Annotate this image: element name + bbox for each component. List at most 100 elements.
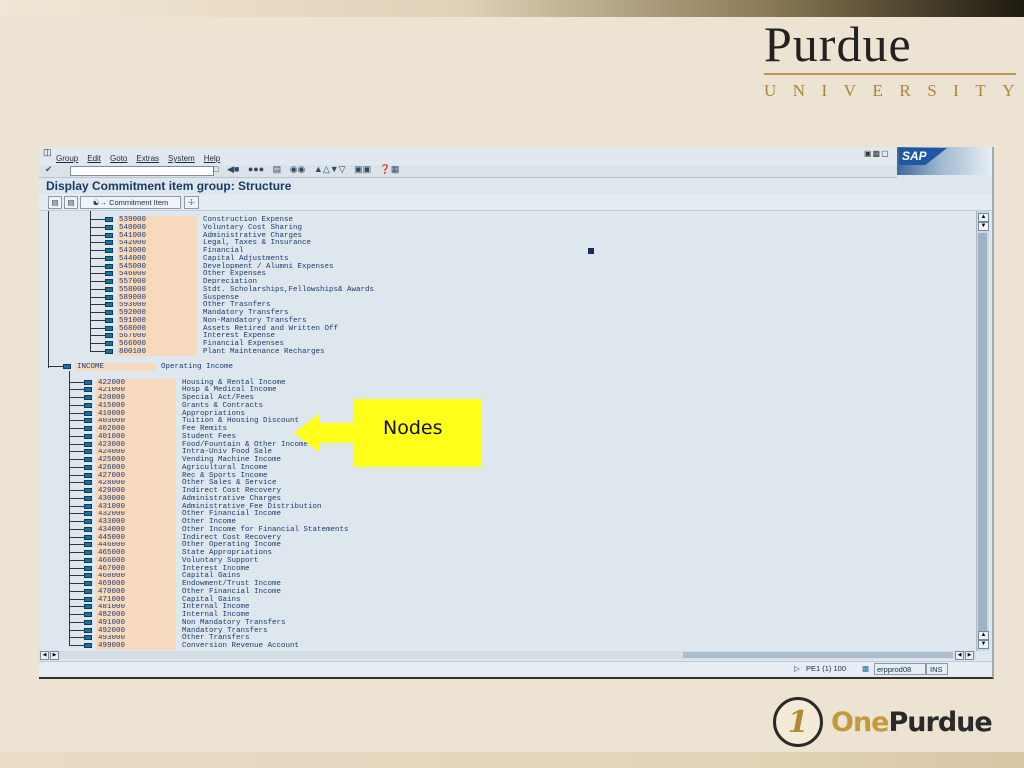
folder-node-icon[interactable] bbox=[63, 364, 71, 369]
tree-row[interactable]: 593000 Other Trasnfers bbox=[39, 301, 939, 310]
folder-node-icon[interactable] bbox=[84, 410, 92, 416]
folder-node-icon[interactable] bbox=[84, 581, 92, 586]
tree-row[interactable]: 470000 Other Financial Income bbox=[39, 587, 939, 596]
folder-node-icon[interactable] bbox=[84, 433, 92, 439]
folder-node-icon[interactable] bbox=[84, 565, 92, 571]
folder-node-icon[interactable] bbox=[84, 596, 92, 602]
tree-row[interactable]: 401000 Student Fees bbox=[39, 432, 939, 441]
tree-row[interactable]: 432000 Other Financial Income bbox=[39, 510, 939, 519]
folder-node-icon[interactable] bbox=[84, 511, 92, 517]
income-node[interactable]: INCOME Operating Income bbox=[39, 363, 939, 371]
save-icon[interactable]: □ bbox=[213, 164, 218, 174]
folder-node-icon[interactable] bbox=[84, 526, 92, 532]
tree-row[interactable]: 591000 Non-Mandatory Transfers bbox=[39, 316, 939, 325]
tree-row[interactable]: 469000 Endowment/Trust Income bbox=[39, 580, 939, 588]
tree-row[interactable]: 403000 Tuition & Housing Discount bbox=[39, 417, 939, 426]
folder-node-icon[interactable] bbox=[84, 534, 92, 540]
folder-node-icon[interactable] bbox=[84, 612, 92, 617]
scroll-down-top-icon[interactable]: ▼ bbox=[978, 222, 989, 231]
tree-row[interactable]: 445000 Indirect Cost Recovery bbox=[39, 533, 939, 542]
system-info-icon[interactable]: ▩ bbox=[862, 664, 869, 673]
command-field[interactable] bbox=[70, 166, 214, 176]
tree-row[interactable]: 566000 Financial Expenses bbox=[39, 340, 939, 348]
tree-row[interactable]: 424000 Intra-Univ Food Sale bbox=[39, 448, 939, 457]
vertical-scrollbar[interactable]: ▲ ▼ ▲ ▼ bbox=[976, 211, 989, 651]
scroll-left-end-icon[interactable]: ◀ bbox=[955, 651, 964, 660]
folder-node-icon[interactable] bbox=[84, 480, 92, 486]
folder-node-icon[interactable] bbox=[84, 604, 92, 610]
enter-icon[interactable]: ✔ bbox=[45, 164, 53, 175]
tree-row[interactable]: 546000 Other Expenses bbox=[39, 270, 939, 279]
tree-row[interactable]: 465000 State Appropriations bbox=[39, 549, 939, 557]
page-nav-icons[interactable]: ▲△▼▽ bbox=[314, 164, 346, 174]
tree-row[interactable]: 544000 Capital Adjustments bbox=[39, 254, 939, 263]
folder-node-icon[interactable] bbox=[105, 302, 113, 308]
folder-node-icon[interactable] bbox=[84, 519, 92, 524]
tree-row[interactable]: 433000 Other Income bbox=[39, 518, 939, 526]
folder-node-icon[interactable] bbox=[84, 643, 92, 648]
print-icon[interactable]: ▤ bbox=[273, 164, 282, 174]
menu-system[interactable]: System bbox=[168, 154, 195, 163]
tree-row[interactable]: 402000 Fee Remits bbox=[39, 425, 939, 433]
session-icons[interactable]: ▣▣ bbox=[354, 164, 371, 174]
folder-node-icon[interactable] bbox=[84, 402, 92, 408]
scroll-up-bottom-icon[interactable]: ▲ bbox=[978, 631, 989, 640]
status-toggle-icon[interactable]: ▷ bbox=[794, 664, 800, 673]
scroll-down-icon[interactable]: ▼ bbox=[978, 640, 989, 649]
tree-row[interactable]: 541000 Administrative Charges bbox=[39, 231, 939, 240]
folder-node-icon[interactable] bbox=[105, 240, 113, 246]
folder-node-icon[interactable] bbox=[105, 341, 113, 346]
tree-row[interactable]: 539000 Construction Expense bbox=[39, 216, 939, 224]
folder-node-icon[interactable] bbox=[105, 325, 113, 331]
find-icon[interactable]: ◉◉ bbox=[290, 164, 306, 174]
menu-goto[interactable]: Goto bbox=[110, 154, 127, 163]
tree-row[interactable]: 423000 Food/Fountain & Other Income bbox=[39, 440, 939, 449]
tree-row[interactable]: 568000 Assets Retired and Written Off bbox=[39, 324, 939, 333]
folder-node-icon[interactable] bbox=[84, 395, 92, 400]
tree-row[interactable]: 589000 Suspense bbox=[39, 293, 939, 302]
tree-row[interactable]: 466000 Voluntary Support bbox=[39, 556, 939, 565]
tree-row[interactable]: 557000 Depreciation bbox=[39, 278, 939, 286]
tree-row[interactable]: 467000 Interest Income bbox=[39, 564, 939, 573]
tree-row[interactable]: 434000 Other Income for Financial Stateme… bbox=[39, 525, 939, 534]
folder-node-icon[interactable] bbox=[84, 418, 92, 424]
folder-node-icon[interactable] bbox=[105, 232, 113, 238]
folder-node-icon[interactable] bbox=[105, 348, 113, 354]
tree-row[interactable]: 558000 Stdt. Scholarships,Fellowships& Aw… bbox=[39, 285, 939, 294]
folder-node-icon[interactable] bbox=[84, 619, 92, 625]
tree-row[interactable]: 492000 Mandatory Transfers bbox=[39, 626, 939, 635]
tree-row[interactable]: 410000 Appropriations bbox=[39, 409, 939, 418]
folder-node-icon[interactable] bbox=[84, 449, 92, 455]
folder-node-icon[interactable] bbox=[84, 387, 92, 393]
tree-row[interactable]: 545000 Development / Alumni Expenses bbox=[39, 262, 939, 271]
folder-node-icon[interactable] bbox=[105, 333, 113, 339]
tree-row[interactable]: 425000 Vending Machine Income bbox=[39, 456, 939, 464]
tree-row[interactable]: 592000 Mandatory Transfers bbox=[39, 309, 939, 317]
folder-node-icon[interactable] bbox=[105, 279, 113, 284]
folder-node-icon[interactable] bbox=[105, 317, 113, 323]
tree-row[interactable]: 800100 Plant Maintenance Recharges bbox=[39, 347, 939, 356]
structure-icon[interactable]: ☩ bbox=[184, 196, 199, 209]
scroll-up-icon[interactable]: ▲ bbox=[978, 213, 989, 222]
folder-node-icon[interactable] bbox=[84, 495, 92, 501]
commitment-item-button[interactable]: ☯→ Commitment Item bbox=[80, 196, 181, 209]
tree-row[interactable]: 420000 Special Act/Fees bbox=[39, 394, 939, 402]
folder-node-icon[interactable] bbox=[84, 488, 92, 493]
system-menu-icon[interactable]: ◫ bbox=[43, 147, 52, 158]
tree-row[interactable]: 421000 Hosp & Medical Income bbox=[39, 386, 939, 395]
folder-node-icon[interactable] bbox=[105, 217, 113, 222]
folder-node-icon[interactable] bbox=[84, 542, 92, 548]
folder-node-icon[interactable] bbox=[84, 426, 92, 431]
tree-row[interactable]: 422000 Housing & Rental Income bbox=[39, 378, 939, 387]
tree-row[interactable]: 567000 Interest Expense bbox=[39, 332, 939, 341]
tree-row[interactable]: 427000 Rec & Sports Income bbox=[39, 471, 939, 480]
folder-node-icon[interactable] bbox=[105, 271, 113, 277]
tree-row[interactable]: 543000 Financial bbox=[39, 247, 939, 255]
folder-node-icon[interactable] bbox=[84, 635, 92, 641]
folder-node-icon[interactable] bbox=[84, 464, 92, 470]
scroll-thumb[interactable] bbox=[978, 233, 987, 643]
folder-node-icon[interactable] bbox=[84, 557, 92, 563]
scroll-right-end-icon[interactable]: ▶ bbox=[965, 651, 974, 660]
folder-node-icon[interactable] bbox=[84, 588, 92, 594]
tree-row[interactable]: 446000 Other Operating Income bbox=[39, 541, 939, 550]
